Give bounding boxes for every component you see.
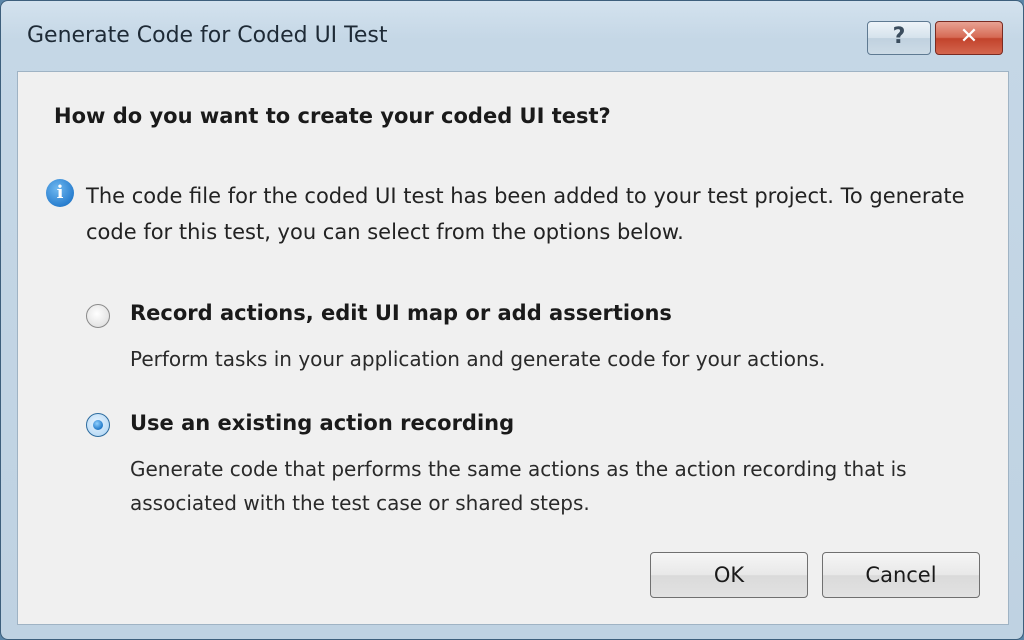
record-actions-radio[interactable] — [86, 304, 110, 328]
existing-recording-radio[interactable] — [86, 413, 110, 437]
close-icon: ✕ — [959, 24, 979, 49]
existing-recording-description: Generate code that performs the same act… — [130, 457, 907, 515]
window-title: Generate Code for Coded UI Test — [27, 23, 388, 48]
cancel-button[interactable]: Cancel — [822, 552, 980, 598]
dialog-content: How do you want to create your coded UI … — [17, 71, 1009, 625]
record-actions-label[interactable]: Record actions, edit UI map or add asser… — [130, 301, 672, 325]
existing-recording-label[interactable]: Use an existing action recording — [130, 411, 514, 435]
dialog-heading: How do you want to create your coded UI … — [54, 104, 611, 128]
info-icon: i — [46, 179, 74, 207]
dialog-window: Generate Code for Coded UI Test ? ✕ How … — [0, 0, 1024, 640]
ok-button[interactable]: OK — [650, 552, 808, 598]
radio-selected-dot — [93, 420, 103, 430]
title-bar[interactable]: Generate Code for Coded UI Test ? ✕ — [1, 1, 1023, 71]
info-message: The code file for the coded UI test has … — [86, 184, 965, 244]
record-actions-description: Perform tasks in your application and ge… — [130, 347, 826, 371]
help-button[interactable]: ? — [867, 21, 931, 55]
help-icon: ? — [892, 24, 906, 49]
close-button[interactable]: ✕ — [935, 21, 1003, 55]
